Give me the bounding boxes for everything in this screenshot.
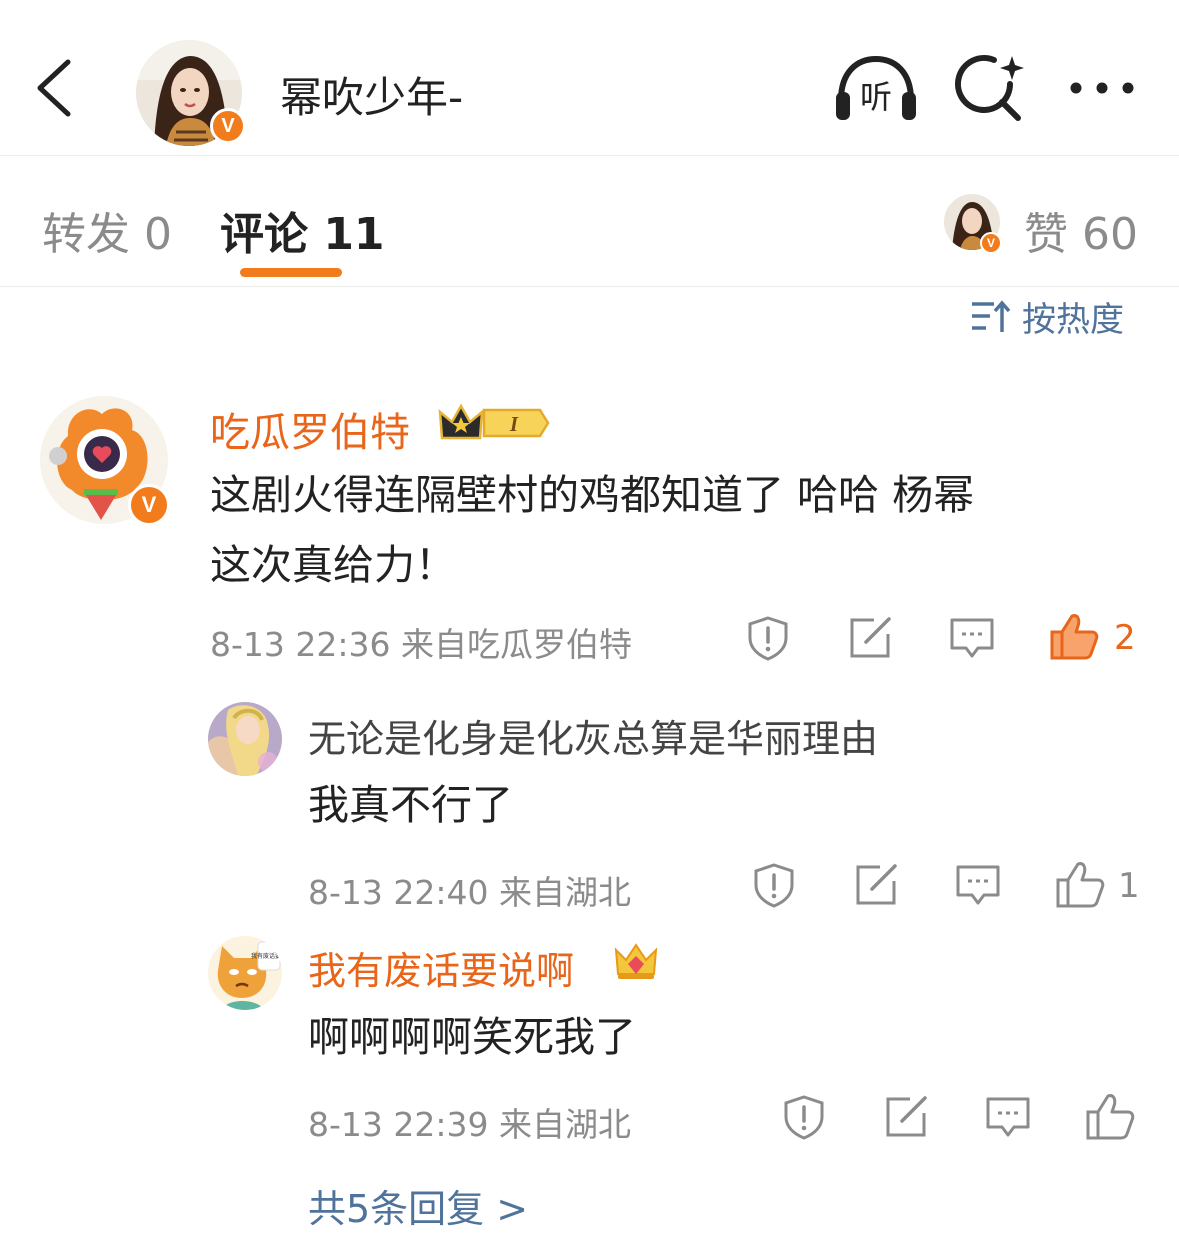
tab-likes[interactable]: 赞 60 (1024, 198, 1138, 262)
reply-text: 我真不行了 (308, 781, 513, 829)
reply-text: 啊啊啊啊笑死我了 (308, 1013, 636, 1061)
vip-level: I (509, 412, 519, 436)
verified-badge-icon: V (980, 232, 1002, 254)
back-icon[interactable] (32, 56, 76, 120)
comment-icon[interactable] (954, 861, 1002, 909)
reply-avatar[interactable]: 我有废话要说 (208, 936, 282, 1010)
vip-crown-icon (614, 943, 658, 979)
like-icon-active[interactable] (1048, 610, 1100, 662)
verified-badge-icon: V (210, 108, 246, 144)
tab-bar: 转发 0 评论 11 V 赞 60 (0, 156, 1179, 287)
listen-icon[interactable]: 听 (833, 54, 919, 124)
like-icon[interactable] (1054, 858, 1106, 910)
reply-meta: 8-13 22:39 来自湖北 (308, 1105, 631, 1144)
more-icon[interactable] (1066, 78, 1138, 98)
avatar-sign-text: 我有废话要说 (251, 952, 282, 960)
repost-icon[interactable] (846, 614, 894, 662)
reply-avatar[interactable] (208, 702, 282, 776)
sort-button[interactable]: 按热度 (970, 292, 1124, 340)
verified-badge-icon: V (128, 484, 170, 526)
comment-text-line: 这次真给力！ (210, 541, 456, 589)
listen-label: 听 (860, 78, 892, 116)
active-tab-indicator (240, 268, 342, 277)
tab-comments[interactable]: 评论 11 (220, 198, 385, 262)
report-icon[interactable] (744, 614, 792, 662)
view-more-replies-link[interactable]: 共5条回复 > (308, 1178, 528, 1233)
page-title: 幂吹少年- (280, 73, 464, 122)
report-icon[interactable] (750, 861, 798, 909)
comment-text-line: 这剧火得连隔壁村的鸡都知道了 哈哈 杨幂 (210, 471, 975, 519)
vip-crown-icon: I (438, 403, 550, 440)
comment-username[interactable]: 吃瓜罗伯特 (210, 400, 410, 458)
report-icon[interactable] (780, 1093, 828, 1141)
like-count: 1 (1118, 866, 1140, 906)
sort-label: 按热度 (1022, 299, 1124, 340)
tab-reposts[interactable]: 转发 0 (42, 198, 172, 262)
comment-icon[interactable] (948, 614, 996, 662)
comment-icon[interactable] (984, 1093, 1032, 1141)
reply-username[interactable]: 无论是化身是化灰总算是华丽理由 (308, 708, 878, 763)
sort-icon (972, 300, 1011, 332)
repost-icon[interactable] (882, 1093, 930, 1141)
search-icon[interactable] (952, 52, 1026, 126)
top-bar: V 幂吹少年- 听 (0, 0, 1179, 156)
like-count: 2 (1114, 618, 1136, 658)
like-icon[interactable] (1084, 1090, 1136, 1142)
repost-icon[interactable] (852, 861, 900, 909)
comment-meta: 8-13 22:36 来自吃瓜罗伯特 (210, 625, 632, 664)
reply-username[interactable]: 我有废话要说啊 (308, 940, 574, 995)
reply-meta: 8-13 22:40 来自湖北 (308, 873, 631, 912)
